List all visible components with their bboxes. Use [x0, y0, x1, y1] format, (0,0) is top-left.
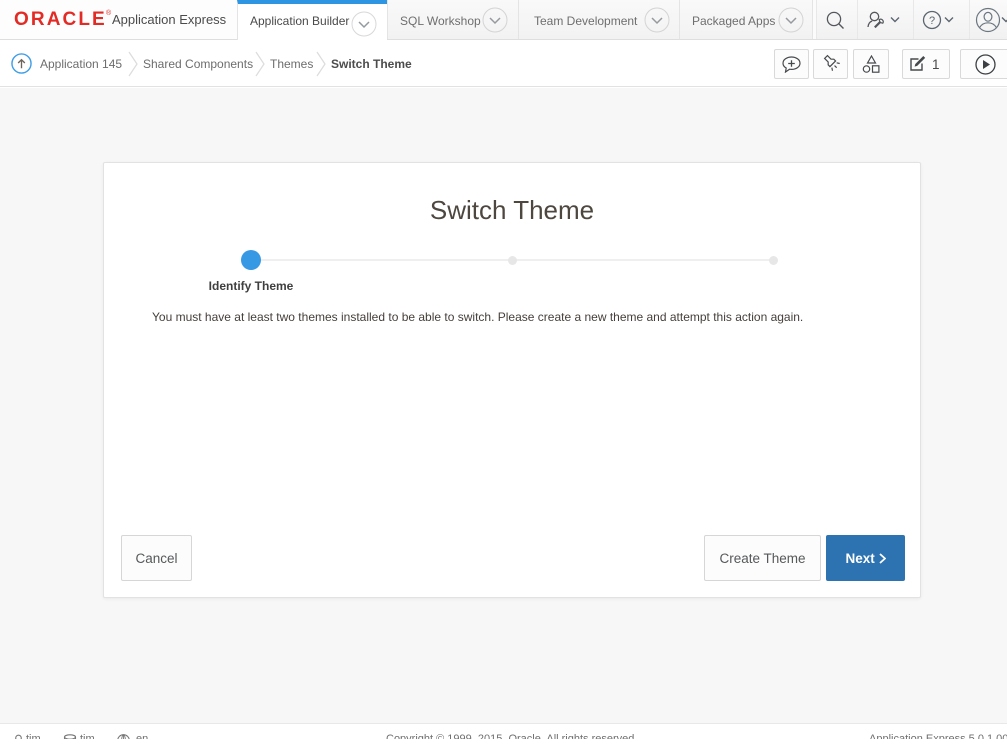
svg-text:?: ? [929, 15, 935, 27]
